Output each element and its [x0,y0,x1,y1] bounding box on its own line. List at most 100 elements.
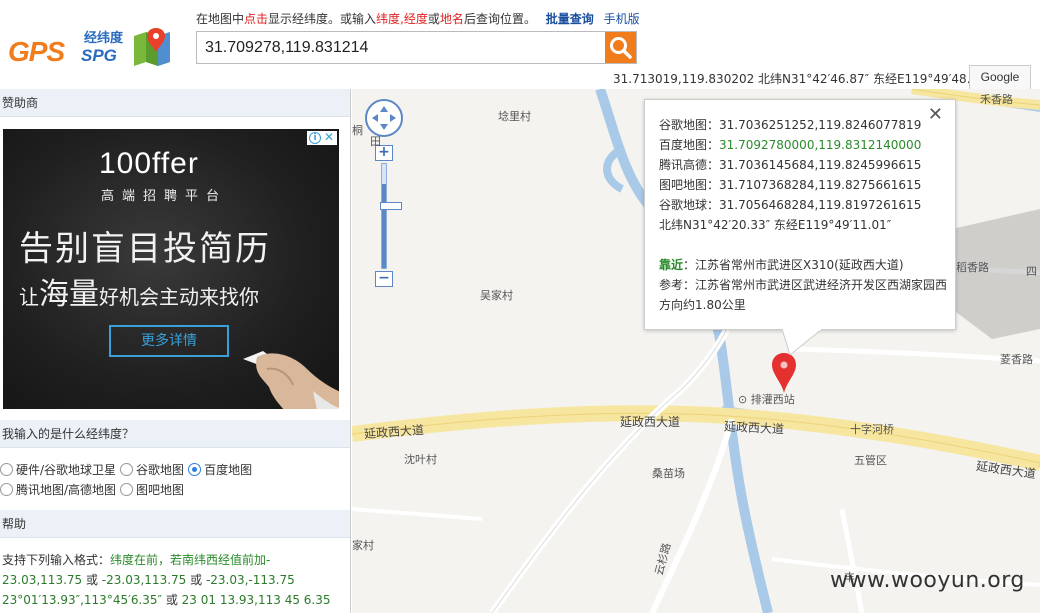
popup-row-baidu: 百度地图：31.7092780000,119.8312140000 [659,135,949,155]
site-logo[interactable]: 经纬度 GPS SPG [8,24,180,68]
help-example: 23 01 13.93,113 45 6.35 [181,593,331,607]
station-dot-icon: ⊙ [738,393,751,406]
popup-row-label: 谷歌地图： [659,118,720,132]
input-type-section-title: 我输入的是什么经纬度？ [0,420,350,448]
radio-label: 硬件/谷歌地球卫星 [16,462,117,477]
road-label: 四 [1026,265,1037,278]
location-pin-icon[interactable] [772,353,796,393]
popup-row-value: 31.7056468284,119.8197261615 [719,198,922,212]
sidebar: 赞助商 i ✕ 100ffer 高端招聘平台 告别盲目投简历 让海量好机会主动来… [0,89,351,613]
popup-row-value: 31.7036145684,119.8245996615 [719,158,922,172]
popup-dms: 北纬N31°42′20.33″ 东经E119°49′11.01″ [659,218,892,232]
watermark: www.wooyun.org [830,568,1025,593]
place-label: 吴家村 [480,289,513,302]
radio-row: 硬件/谷歌地球卫星 谷歌地图 百度地图 [0,459,350,479]
hint-highlight: 纬度 [376,12,401,26]
zoom-control: + − [375,145,402,289]
ad-subheadline: 让海量好机会主动来找你 [19,269,259,313]
popup-row-value: 31.7092780000,119.8312140000 [719,138,922,152]
popup-reference-label: 参考： [659,278,696,292]
help-example: 23.03,113.75 [2,573,83,587]
cursor-coordinate-readout: 31.713019,119.830202 北纬N31°42′46.87″ 东经E… [613,72,991,86]
popup-row-label: 百度地图： [659,138,720,152]
place-label: 埝里村 [498,110,531,123]
folded-map-icon [134,28,170,66]
popup-row-tencent: 腾讯高德：31.7036145684,119.8245996615 [659,155,949,175]
popup-content: 谷歌地图：31.7036251252,119.8246077819 百度地图：3… [659,115,949,315]
coordinate-type-options: 硬件/谷歌地球卫星 谷歌地图 百度地图 腾讯地图/高德地图 图吧地图 [0,459,350,499]
hint-highlight: 点击 [244,12,269,26]
search-input[interactable] [197,32,605,63]
popup-row-label: 谷歌地球： [659,198,720,212]
ad-subheadline-part: 让 [19,285,39,309]
sponsor-section-title: 赞助商 [0,89,350,117]
hint-highlight: 地名 [439,12,464,26]
help-example: -23.03,113.75 [101,573,187,587]
popup-row-value: 31.7036251252,119.8246077819 [719,118,922,132]
popup-row-label: 图吧地图： [659,178,720,192]
hint-text: 后查询位置。 [463,12,536,26]
zoom-slider-track[interactable] [380,163,402,269]
usage-hint: 在地图中点击显示经纬度。或输入纬度,经度或地名后查询位置。 批量查询 手机版 [196,10,640,27]
help-example: 23°01′13.93″,113°45′6.35″ [2,593,163,607]
place-label: 桐 [352,124,363,137]
logo-gps-text: GPS [8,36,65,67]
road-label: 延政西大道 [620,415,681,429]
popup-row-label: 腾讯高德： [659,158,720,172]
help-example: -23.03,-113.75 [205,573,295,587]
radio-button[interactable] [120,462,134,476]
place-label: 沈叶村 [404,453,437,466]
google-map-toggle[interactable]: Google [969,65,1031,89]
radio-button[interactable] [120,482,134,496]
ad-more-details-button[interactable]: 更多详情 [109,325,229,357]
popup-spacer [659,235,949,255]
map-canvas[interactable]: + − 埝里村 桐 田 吴家村 ⊙ 排灌西站 十字河桥 五管区 沈叶村 桑苗场 … [352,89,1040,613]
ad-subheadline-emphasis: 海量 [39,277,99,312]
help-line: 23°01′13.93″,113°45′6.35″ 或 23 01 13.93,… [2,590,350,610]
pan-control[interactable] [365,99,403,137]
radio-google-map[interactable]: 谷歌地图 [120,461,184,478]
popup-row-mapbar: 图吧地图：31.7107368284,119.8275661615 [659,175,949,195]
place-label: 田 [370,135,381,148]
place-label: 家村 [352,539,374,552]
help-section-title: 帮助 [0,510,350,538]
mobile-version-link[interactable]: 手机版 [604,12,640,26]
radio-mapbar[interactable]: 图吧地图 [120,481,184,498]
place-label: 桑苗场 [652,467,685,480]
ad-subheadline-part: 好机会主动来找你 [99,285,259,309]
popup-nearby: 靠近：江苏省常州市武进区X310(延政西大道) [659,255,949,275]
radio-button[interactable] [0,482,13,496]
radio-button-selected[interactable] [188,462,202,476]
radio-label: 谷歌地图 [136,462,185,477]
hint-text: 在地图中 [196,12,245,26]
radio-label: 百度地图 [204,462,253,477]
pan-arrows-icon [372,106,396,130]
popup-reference: 参考：江苏省常州市武进区武进经济开发区西湖家园西方向约1.80公里 [659,275,949,315]
ad-choices[interactable]: i ✕ [307,130,337,145]
radio-baidu-map[interactable]: 百度地图 [188,461,252,478]
zoom-out-button[interactable]: − [375,271,393,287]
magnifier-icon [610,37,632,59]
hint-text: 显示经纬度。或输入 [268,12,377,26]
zoom-slider-thumb[interactable] [380,202,402,210]
help-intro: 支持下列输入格式： [2,553,111,567]
batch-query-link[interactable]: 批量查询 [546,12,594,26]
ad-headline: 告别盲目投简历 [19,229,271,269]
radio-button[interactable] [0,462,13,476]
help-text: 支持下列输入格式：纬度在前，若南纬西经值前加- 23.03,113.75 或 -… [2,550,350,610]
info-icon: i [309,132,321,144]
road-label: 延政西大道 [723,419,785,437]
close-icon[interactable]: ✕ [324,130,334,144]
search-button[interactable] [605,32,636,63]
popup-nearby-value: ：江苏省常州市武进区X310(延政西大道) [683,258,904,272]
popup-row-value: 31.7107368284,119.8275661615 [719,178,922,192]
radio-hardware-google-earth[interactable]: 硬件/谷歌地球卫星 [0,461,116,478]
help-line: 支持下列输入格式：纬度在前，若南纬西经值前加- [2,550,350,570]
station-label: ⊙ 排灌西站 [738,391,795,407]
place-label: 五管区 [854,454,887,467]
ad-banner[interactable]: i ✕ 100ffer 高端招聘平台 告别盲目投简历 让海量好机会主动来找你 更… [3,129,339,409]
help-rule: 纬度在前，若南纬西经值前加- [110,553,271,567]
road-label: 稻香路 [956,261,989,274]
radio-tencent-amap[interactable]: 腾讯地图/高德地图 [0,481,116,498]
place-label: 十字河桥 [850,423,894,436]
